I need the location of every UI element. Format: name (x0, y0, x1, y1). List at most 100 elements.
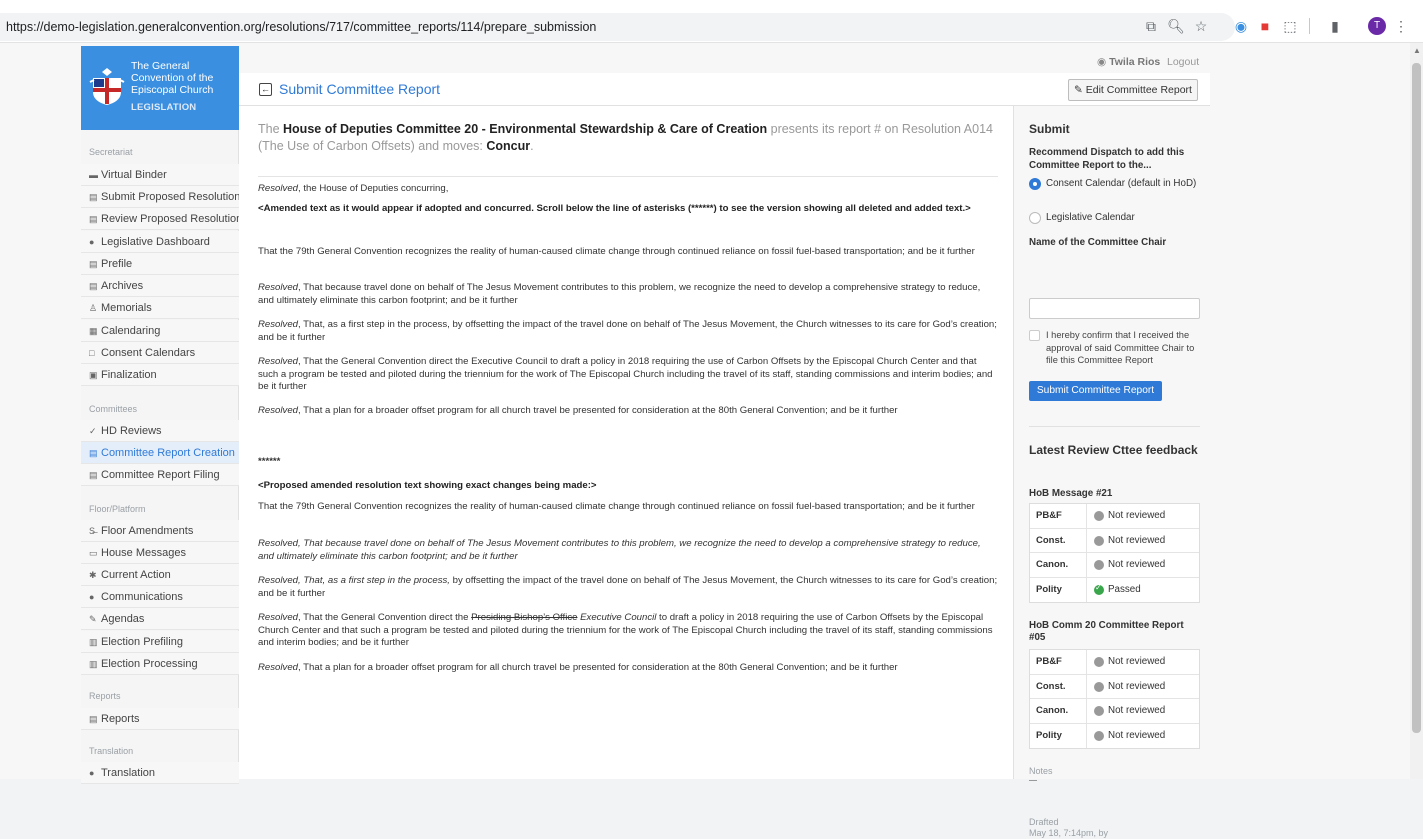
amended-para-2: Resolved, That because travel done on be… (258, 282, 981, 306)
table-row: Const. Not reviewed (1030, 528, 1199, 553)
notes-label: Notes (1029, 766, 1053, 776)
sidebar-item-communications[interactable]: ● Communications (81, 586, 239, 608)
bookmark-star-icon[interactable]: ☆ (1192, 17, 1210, 35)
proposed-note: <Proposed amended resolution text showin… (258, 480, 597, 491)
sidebar-item-floor-amendments[interactable]: S̶ Floor Amendments (81, 520, 239, 542)
pencil-icon: ✎ (89, 614, 97, 624)
sidebar-item-finalization[interactable]: ▣ Finalization (81, 364, 239, 386)
folder-icon: ▬ (89, 170, 98, 180)
scroll-up-icon[interactable]: ▲ (1413, 46, 1421, 55)
table-row: PolityPassed (1030, 577, 1199, 602)
side-panel-icon[interactable]: ▮ (1326, 17, 1344, 35)
table-row: Canon. Not reviewed (1030, 553, 1199, 578)
sidebar-item-review-proposed-resolutions[interactable]: ▤ Review Proposed Resolutions (81, 208, 248, 230)
ballot-icon: ▥ (89, 659, 98, 669)
install-app-icon[interactable]: ⧉ (1142, 17, 1160, 35)
sidebar-item-virtual-binder[interactable]: ▬ Virtual Binder (81, 164, 239, 186)
drafted-info: Drafted May 18, 7:14pm, by (1029, 817, 1109, 838)
memorial-icon: ♙ (89, 303, 98, 313)
sidebar-item-memorials[interactable]: ♙ Memorials (81, 297, 239, 319)
sidebar-item-calendaring[interactable]: ▦ Calendaring (81, 320, 239, 342)
pdf-extension-icon[interactable]: ■ (1256, 17, 1274, 35)
recommend-label: Recommend Dispatch to add this Committee… (1029, 147, 1185, 171)
finalize-icon: ▣ (89, 370, 98, 380)
sidebar-item-agendas[interactable]: ✎ Agendas (81, 608, 239, 630)
ballot-icon: ▥ (89, 637, 98, 647)
section-reports: Reports (89, 691, 121, 701)
inbox-icon: ▭ (89, 548, 98, 558)
page: The General Convention of the Episcopal … (0, 43, 1423, 838)
radio-consent-calendar-label[interactable]: Consent Calendar (default in HoD) (1046, 177, 1206, 190)
section-translation: Translation (89, 746, 134, 756)
sidebar-item-committee-report-creation[interactable]: ▤ Committee Report Creation (81, 442, 239, 464)
sidebar-item-submit-proposed-resolutions[interactable]: ▤ Submit Proposed Resolutions (81, 186, 246, 208)
sidebar-item-legislative-dashboard[interactable]: ● Legislative Dashboard (81, 231, 239, 253)
radio-legislative-calendar-label[interactable]: Legislative Calendar (1046, 211, 1206, 224)
table-row: Const. Not reviewed (1030, 674, 1199, 699)
page-scrollbar[interactable]: ▲ (1410, 43, 1423, 779)
radio-consent-calendar[interactable] (1029, 178, 1041, 190)
toolbar-divider (1309, 18, 1310, 34)
status-dot-icon (1094, 560, 1104, 570)
inserted-text: Executive Council (577, 612, 657, 623)
changes-para-2: Resolved, That because travel done on be… (258, 538, 981, 562)
sidebar-item-consent-calendars[interactable]: □ Consent Calendars (81, 342, 239, 364)
chair-label: Name of the Committee Chair (1029, 237, 1167, 248)
resolved-opening: Resolved, the House of Deputies concurri… (258, 183, 449, 194)
profile-avatar[interactable]: T (1368, 17, 1386, 35)
section-secretariat: Secretariat (89, 147, 133, 157)
report-intro: The House of Deputies Committee 20 - Env… (258, 122, 993, 153)
zoom-icon[interactable]: 🔍︎ (1167, 17, 1185, 35)
brand-name: The General Convention of the Episcopal … (131, 60, 214, 96)
browser-toolbar: https://demo-legislation.generalconventi… (0, 0, 1423, 43)
table-row: Canon. Not reviewed (1030, 699, 1199, 724)
radio-legislative-calendar[interactable] (1029, 212, 1041, 224)
amended-para-1: That the 79th General Convention recogni… (258, 246, 975, 257)
url-text[interactable]: https://demo-legislation.generalconventi… (6, 20, 596, 34)
brand-header[interactable]: The General Convention of the Episcopal … (81, 46, 239, 130)
status-dot-icon (1094, 706, 1104, 716)
feedback-table: PB&F Not reviewed Const. Not reviewed Cano… (1029, 649, 1200, 749)
check-circle-icon (1094, 583, 1104, 595)
sidebar-item-reports[interactable]: ▤ Reports (81, 708, 239, 730)
status-dot-icon (1094, 681, 1104, 692)
report-content: The House of Deputies Committee 20 - Env… (239, 106, 1013, 779)
asterisk-icon: ✱ (89, 570, 97, 580)
sidebar-item-committee-report-filing[interactable]: ▤ Committee Report Filing (81, 464, 239, 486)
translate-chat-icon: ● (89, 768, 95, 778)
extension-icon[interactable]: ◉ (1232, 17, 1250, 35)
strikethrough-icon: S̶ (89, 526, 96, 536)
sidebar-item-house-messages[interactable]: ▭ House Messages (81, 542, 239, 564)
user-icon: ◉ (1097, 56, 1110, 68)
extensions-puzzle-icon[interactable]: ⬚ (1281, 17, 1299, 35)
submit-panel: Submit Recommend Dispatch to add this Co… (1013, 106, 1210, 838)
changes-para-1: That the 79th General Convention recogni… (258, 501, 975, 512)
back-arrow-icon[interactable]: ← (259, 83, 272, 96)
amended-para-4: Resolved, That the General Convention di… (258, 356, 993, 392)
sidebar-item-current-action[interactable]: ✱ Current Action (81, 564, 239, 586)
logout-link[interactable]: Logout (1167, 56, 1199, 68)
sidebar-item-election-processing[interactable]: ▥ Election Processing (81, 653, 239, 675)
report-icon: ▤ (89, 714, 98, 724)
chat-icon: ● (89, 592, 95, 602)
user-name[interactable]: ◉ Twila Rios (1097, 56, 1160, 68)
sidebar: The General Convention of the Episcopal … (81, 46, 248, 784)
browser-menu-icon[interactable]: ⋮ (1392, 17, 1410, 35)
sidebar-item-election-prefiling[interactable]: ▥ Election Prefiling (81, 631, 239, 653)
sidebar-item-archives[interactable]: ▤ Archives (81, 275, 239, 297)
panel-divider (1029, 426, 1200, 427)
sidebar-item-hd-reviews[interactable]: ✓ HD Reviews (81, 420, 239, 442)
sidebar-item-prefile[interactable]: ▤ Prefile (81, 253, 239, 275)
sidebar-item-translation[interactable]: ● Translation (81, 762, 239, 784)
feedback-table: PB&F Not reviewed Const. Not reviewed Cano… (1029, 503, 1200, 603)
changes-para-5: Resolved, That a plan for a broader offs… (258, 662, 898, 673)
check-double-icon: ✓ (89, 426, 97, 436)
committee-chair-input[interactable] (1029, 298, 1200, 319)
dashboard-icon: ● (89, 237, 95, 247)
document-icon: ▤ (89, 214, 98, 224)
submit-committee-report-button[interactable]: Submit Committee Report (1029, 381, 1162, 401)
confirm-checkbox[interactable] (1029, 330, 1040, 341)
section-floor-platform: Floor/Platform (89, 504, 146, 514)
edit-committee-report-button[interactable]: ✎ Edit Committee Report (1068, 79, 1198, 101)
scroll-thumb[interactable] (1412, 63, 1421, 733)
